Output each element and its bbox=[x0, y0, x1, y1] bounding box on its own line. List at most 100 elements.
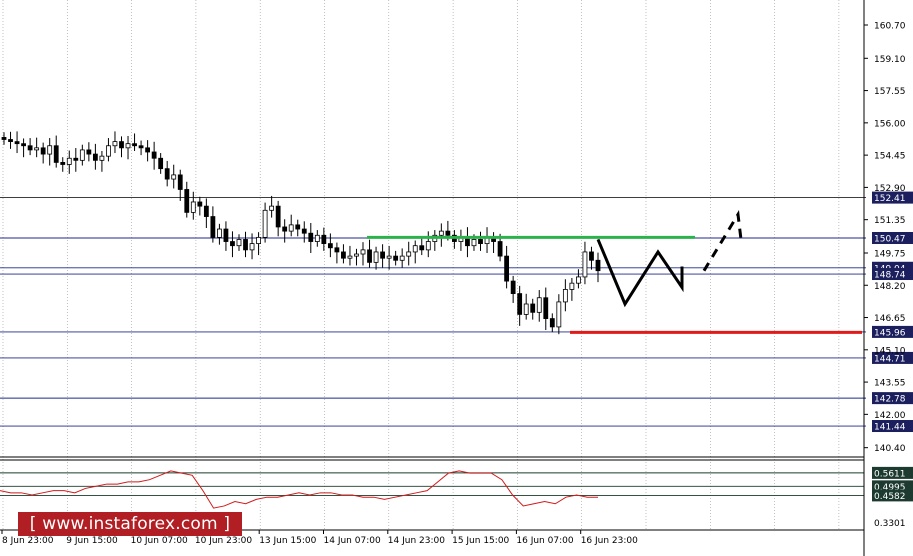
candle-body bbox=[478, 239, 483, 245]
candle-body bbox=[354, 253, 359, 257]
candle-body bbox=[425, 241, 431, 251]
price-tick-label: 159.10 bbox=[874, 55, 906, 65]
candle-body bbox=[543, 297, 549, 319]
price-tick-label: 145.10 bbox=[874, 346, 906, 356]
candle-body bbox=[282, 226, 288, 232]
candle-body bbox=[269, 205, 275, 211]
candle-body bbox=[236, 239, 242, 247]
candle-body bbox=[230, 241, 235, 247]
time-tick-label: 16 Jun 23:00 bbox=[581, 536, 638, 546]
candle-body bbox=[327, 243, 333, 249]
candle-body bbox=[53, 145, 59, 163]
level-badge-label: 148.74 bbox=[874, 271, 906, 281]
candle-body bbox=[184, 189, 190, 213]
oscillator-panel bbox=[0, 456, 864, 509]
candle-body bbox=[21, 143, 26, 147]
time-tick-label: 9 Jun 15:00 bbox=[66, 536, 118, 546]
price-tick-label: 160.70 bbox=[874, 21, 906, 31]
candle-body bbox=[14, 141, 20, 145]
candle-body bbox=[171, 174, 177, 180]
candle-body bbox=[334, 247, 340, 253]
price-tick-label: 140.40 bbox=[874, 444, 906, 454]
candle-body bbox=[576, 276, 581, 284]
level-badge-label: 145.96 bbox=[874, 328, 906, 338]
level-badge-label: 142.78 bbox=[874, 395, 906, 405]
watermark-banner[interactable]: [ www.instaforex.com ] bbox=[18, 512, 242, 536]
horizontal-levels bbox=[0, 197, 866, 427]
candle-body bbox=[112, 141, 118, 147]
candle-body bbox=[412, 245, 418, 253]
candle-body bbox=[530, 303, 536, 313]
candle-body bbox=[138, 145, 144, 149]
candle-body bbox=[1, 137, 7, 140]
candle-body bbox=[595, 259, 601, 272]
candle-body bbox=[562, 289, 568, 303]
candle-body bbox=[569, 282, 575, 290]
candle-body bbox=[497, 241, 503, 257]
price-tick-label: 149.75 bbox=[874, 249, 906, 259]
price-tick-label: 151.35 bbox=[874, 216, 906, 226]
candle-body bbox=[321, 234, 327, 245]
candle-body bbox=[549, 318, 555, 328]
candle-body bbox=[47, 145, 53, 155]
candle-body bbox=[589, 251, 594, 261]
candle-body bbox=[295, 224, 301, 230]
candle-body bbox=[99, 155, 105, 161]
forecast-path bbox=[596, 238, 684, 308]
price-tick-label: 142.00 bbox=[874, 411, 906, 421]
candle-body bbox=[275, 205, 281, 228]
candle-body bbox=[151, 151, 157, 159]
grid bbox=[2, 0, 840, 530]
time-tick-label: 13 Jun 15:00 bbox=[259, 536, 316, 546]
candle-body bbox=[471, 239, 477, 247]
candle-body bbox=[523, 303, 529, 315]
candle-body bbox=[582, 251, 588, 278]
candle-body bbox=[399, 255, 405, 261]
level-badge-label: 152.41 bbox=[874, 194, 906, 204]
osc-min-label: 0.3301 bbox=[874, 519, 906, 529]
candle-body bbox=[314, 234, 320, 242]
price-tick-label: 148.20 bbox=[874, 282, 906, 292]
time-tick-label: 14 Jun 23:00 bbox=[388, 536, 445, 546]
candle-body bbox=[73, 157, 79, 161]
candle-body bbox=[373, 251, 379, 263]
candle-body bbox=[367, 249, 372, 263]
candle-body bbox=[360, 249, 366, 255]
candle-body bbox=[132, 143, 137, 147]
price-tick-label: 143.55 bbox=[874, 379, 906, 389]
candle-body bbox=[106, 145, 111, 157]
candle-body bbox=[203, 205, 209, 217]
candle-body bbox=[301, 228, 307, 234]
candle-body bbox=[34, 147, 40, 151]
time-tick-label: 8 Jun 23:00 bbox=[2, 536, 54, 546]
candle-body bbox=[380, 251, 385, 259]
candle-body bbox=[40, 147, 46, 155]
candle-body bbox=[438, 230, 444, 236]
level-badge-label: 150.47 bbox=[874, 234, 906, 244]
price-tick-label: 146.65 bbox=[874, 314, 906, 324]
candle-body bbox=[119, 141, 124, 149]
price-tick-label: 154.45 bbox=[874, 152, 906, 162]
candle-body bbox=[386, 255, 392, 259]
time-tick-label: 10 Jun 07:00 bbox=[131, 536, 188, 546]
level-badge-label: 141.44 bbox=[874, 423, 906, 433]
candle-body bbox=[445, 230, 451, 236]
candle-body bbox=[27, 145, 33, 151]
candle-body bbox=[243, 239, 248, 251]
osc-badge-label: 0.4582 bbox=[874, 492, 906, 502]
candle-body bbox=[125, 143, 131, 149]
candle-body bbox=[341, 251, 346, 259]
osc-badge-label: 0.5611 bbox=[874, 469, 906, 479]
candle-body bbox=[504, 255, 510, 282]
price-chart[interactable]: 152.41150.47149.04148.74145.96144.71142.… bbox=[0, 0, 913, 556]
candle-body bbox=[190, 201, 196, 213]
candle-body bbox=[510, 280, 516, 294]
price-tick-label: 156.00 bbox=[874, 119, 906, 129]
candle-body bbox=[262, 209, 268, 238]
candle-body bbox=[517, 293, 523, 315]
candle-body bbox=[92, 153, 98, 161]
candle-body bbox=[223, 228, 229, 242]
candle-body bbox=[66, 157, 72, 165]
candle-body bbox=[536, 297, 542, 313]
candle-body bbox=[145, 147, 151, 153]
